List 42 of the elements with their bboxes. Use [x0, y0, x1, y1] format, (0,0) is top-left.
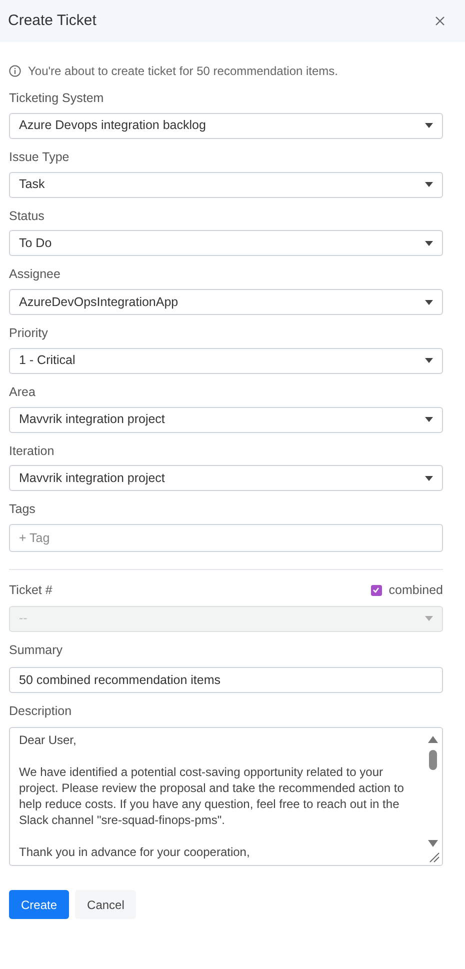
- field-label: Ticketing System: [9, 90, 105, 107]
- scroll-up-icon[interactable]: [428, 736, 438, 744]
- checkbox-label: combined: [388, 582, 443, 599]
- field-label: Ticket #: [9, 582, 52, 599]
- field-label: Area: [9, 384, 36, 401]
- field-label: Iteration: [9, 442, 56, 460]
- caret-icon: [425, 123, 433, 128]
- cancel-button[interactable]: Cancel: [75, 890, 136, 920]
- field-label: Priority: [9, 325, 49, 342]
- field-label: Status: [9, 208, 46, 224]
- description-text: Dear User,: [19, 732, 78, 748]
- scroll-down-icon[interactable]: [428, 840, 438, 848]
- description-text: Thank you in advance for your cooperation,: [19, 844, 251, 860]
- select-field[interactable]: Azure Devops integration backlog: [9, 112, 443, 139]
- description-text: We have identified a potential cost-saving opportunity related to your project. Please review the proposal and take the recommended action to help reduce costs. If you have any question, feel free to reach out in the Slack channel "sre-squad-finops-pms".: [19, 764, 405, 828]
- field-label: Assignee: [9, 266, 62, 284]
- info-message: You're about to create ticket for 50 recommendation items.: [28, 63, 338, 80]
- field-label: Tags: [9, 501, 36, 518]
- select-field[interactable]: 1 - Critical: [9, 348, 443, 374]
- close-icon[interactable]: [435, 16, 445, 26]
- caret-icon: [425, 476, 433, 481]
- field-label: Description: [9, 702, 73, 720]
- select-field[interactable]: To Do: [9, 230, 443, 256]
- caret-icon: [425, 182, 433, 187]
- dialog-title: Create Ticket: [8, 10, 96, 31]
- summary-input[interactable]: 50 combined recommendation items: [9, 666, 443, 692]
- description-textarea[interactable]: [9, 727, 443, 866]
- select-field[interactable]: Mavvrik integration project: [9, 406, 443, 432]
- field-label: Summary: [9, 642, 64, 659]
- create-button[interactable]: Create: [9, 890, 70, 920]
- info-icon: [9, 65, 21, 77]
- caret-icon: [425, 240, 433, 246]
- caret-icon: [425, 417, 433, 422]
- select-field[interactable]: Mavvrik integration project: [9, 465, 443, 492]
- scrollbar-thumb[interactable]: [429, 750, 437, 770]
- tag-input[interactable]: + Tag: [9, 524, 443, 552]
- field-label: Issue Type: [9, 148, 70, 166]
- caret-icon: [425, 358, 433, 364]
- caret-icon: [425, 616, 433, 622]
- select-field[interactable]: Task: [9, 172, 443, 198]
- select-field[interactable]: AzureDevOpsIntegrationApp: [9, 289, 443, 315]
- caret-icon: [425, 300, 433, 304]
